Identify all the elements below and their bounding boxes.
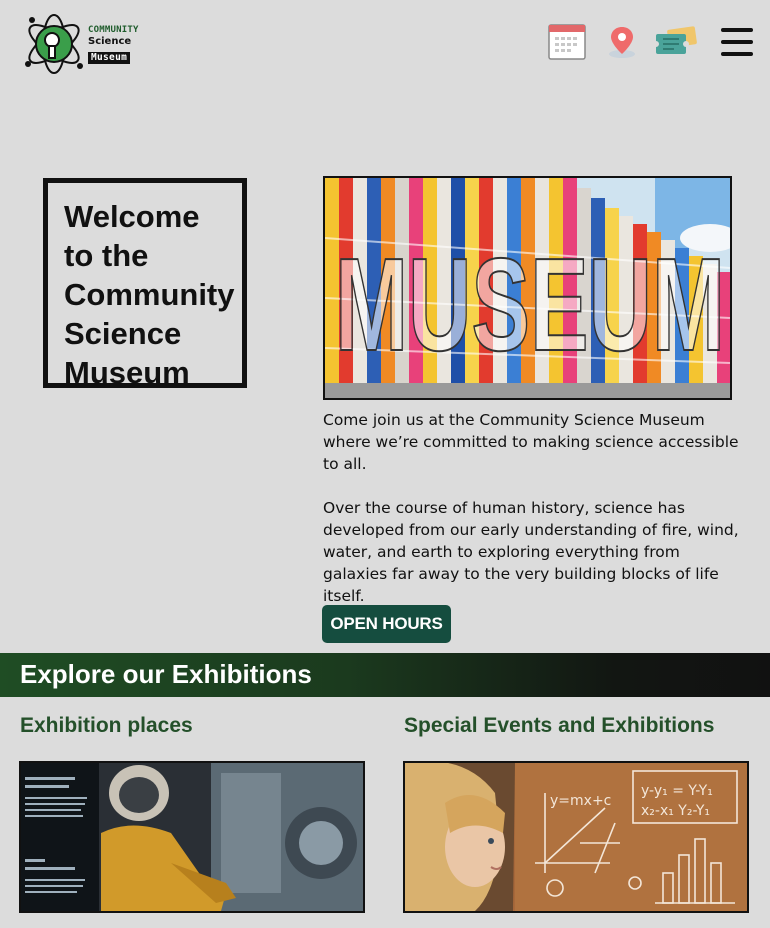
svg-text:x₂-x₁ Y₂-Y₁: x₂-x₁ Y₂-Y₁ (641, 803, 710, 819)
atom-logo-icon (25, 14, 83, 74)
welcome-heading: Welcome to the Community Science Museum (64, 199, 235, 390)
special-events-image[interactable]: y=mx+c y-y₁ = Y-Y₁ x₂-x₁ Y₂-Y₁ (403, 761, 749, 913)
tickets-icon[interactable] (654, 26, 698, 58)
museum-sign-text: MUSEUM (335, 231, 725, 378)
intro-text: Come join us at the Community Science Mu… (323, 409, 743, 629)
museum-facade-image: MUSEUM (323, 176, 732, 400)
exhibition-places-image[interactable] (19, 761, 365, 913)
location-pin-icon[interactable] (606, 25, 638, 59)
intro-paragraph-1: Come join us at the Community Science Mu… (323, 411, 739, 473)
logo-line-science: Science (88, 36, 132, 47)
site-header: COMMUNITY Science Museum (0, 0, 770, 90)
open-hours-button[interactable]: OPEN HOURS (322, 605, 451, 643)
svg-text:y-y₁ = Y-Y₁: y-y₁ = Y-Y₁ (641, 783, 713, 799)
museum-logo[interactable]: COMMUNITY Science Museum (22, 8, 142, 78)
calendar-icon[interactable] (548, 22, 586, 60)
exhibition-places-title[interactable]: Exhibition places (20, 714, 193, 738)
special-events-title[interactable]: Special Events and Exhibitions (404, 714, 714, 738)
logo-line-community: COMMUNITY (88, 25, 139, 35)
logo-line-museum: Museum (88, 52, 131, 64)
svg-text:y=mx+c: y=mx+c (550, 793, 611, 809)
hamburger-menu-icon[interactable] (721, 27, 753, 57)
welcome-box: Welcome to the Community Science Museum (43, 178, 247, 390)
intro-paragraph-2: Over the course of human history, scienc… (323, 499, 739, 605)
explore-banner: Explore our Exhibitions (0, 653, 770, 697)
explore-heading: Explore our Exhibitions (20, 659, 312, 689)
